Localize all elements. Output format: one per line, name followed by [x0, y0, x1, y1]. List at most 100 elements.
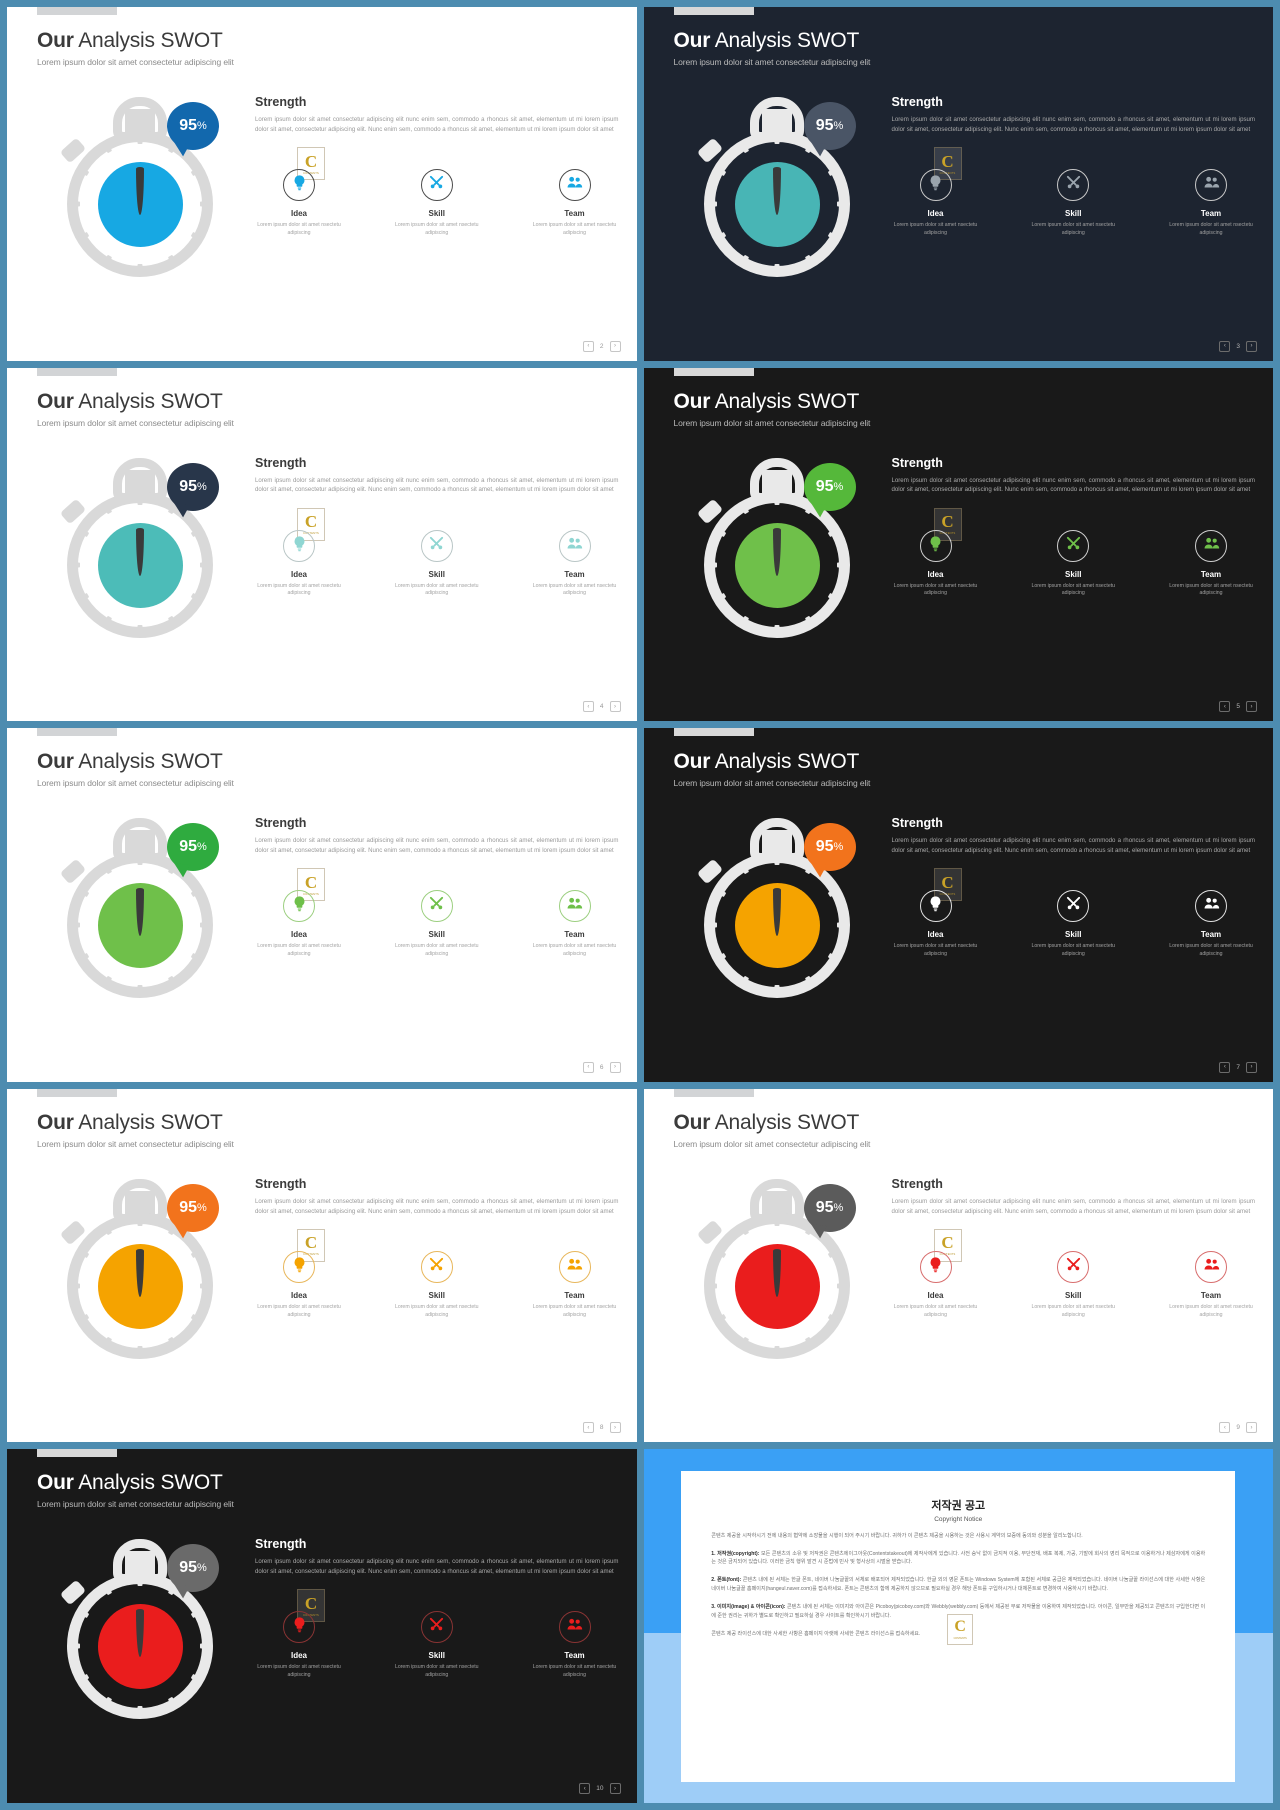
feature-team[interactable]: Team Lorem ipsum dolor sit amet nsectetu … [531, 529, 619, 599]
pager-next-button[interactable]: › [609, 340, 621, 352]
tools-icon-circle[interactable] [1057, 529, 1090, 562]
pager-next-button[interactable]: › [609, 1783, 621, 1794]
pager-prev-button[interactable]: ‹ [1219, 701, 1231, 713]
feature-skill[interactable]: Skill Lorem ipsum dolor sit amet nsectetu… [393, 529, 481, 599]
slide-pager[interactable]: ‹ 3 › [1219, 340, 1257, 352]
feature-skill[interactable]: Skill Lorem ipsum dolor sit amet nsectetu… [1029, 529, 1117, 599]
feature-row: Idea Lorem ipsum dolor sit amet nsectetu … [892, 890, 1256, 959]
pager-prev-button[interactable]: ‹ [582, 340, 594, 352]
slide-7[interactable]: Our Analysis SWOT Lorem ipsum dolor sit a… [643, 728, 1273, 1082]
pager-prev-button[interactable]: ‹ [582, 1061, 594, 1073]
feature-team[interactable]: Team Lorem ipsum dolor sit amet nsectetu … [531, 890, 619, 959]
people-icon-circle[interactable] [558, 169, 591, 201]
feature-team[interactable]: Team Lorem ipsum dolor sit amet nsectetu … [531, 169, 619, 238]
feature-skill[interactable]: Skill Lorem ipsum dolor sit amet nsectetu… [393, 169, 481, 238]
people-icon-circle[interactable] [1195, 1250, 1227, 1283]
lightbulb-icon-circle[interactable] [283, 529, 315, 562]
slide-10[interactable]: Our Analysis SWOT Lorem ipsum dolor sit a… [7, 1449, 637, 1803]
slide-9[interactable]: Our Analysis SWOT Lorem ipsum dolor sit a… [643, 1088, 1273, 1443]
feature-team[interactable]: Team Lorem ipsum dolor sit amet nsectetu … [1167, 529, 1255, 599]
slide-pager[interactable]: ‹ 2 › [582, 340, 621, 352]
feature-idea[interactable]: Idea Lorem ipsum dolor sit amet nsectetu … [255, 169, 343, 238]
feature-skill[interactable]: Skill Lorem ipsum dolor sit amet nsectetu… [393, 890, 481, 959]
tools-icon-circle[interactable] [420, 1611, 453, 1644]
people-icon-circle[interactable] [1195, 890, 1227, 923]
feature-idea[interactable]: Idea Lorem ipsum dolor sit amet nsectetu … [255, 1611, 343, 1680]
tools-icon-circle[interactable] [1057, 169, 1090, 201]
pager-next-button[interactable]: › [1246, 1061, 1257, 1073]
slide-4[interactable]: Our Analysis SWOT Lorem ipsum dolor sit a… [7, 367, 637, 722]
feature-idea[interactable]: Idea Lorem ipsum dolor sit amet nsectetu … [255, 529, 343, 599]
people-icon-circle[interactable] [1195, 529, 1227, 562]
lightbulb-icon-circle[interactable] [283, 169, 315, 201]
pager-prev-button[interactable]: ‹ [582, 1422, 594, 1434]
slide-pager[interactable]: ‹ 8 › [582, 1422, 621, 1434]
feature-idea[interactable]: Idea Lorem ipsum dolor sit amet nsectetu … [892, 169, 980, 238]
feature-idea[interactable]: Idea Lorem ipsum dolor sit amet nsectetu … [255, 890, 343, 959]
tools-icon-circle[interactable] [420, 890, 453, 923]
pager-prev-button[interactable]: ‹ [579, 1783, 591, 1794]
pager-prev-button[interactable]: ‹ [1219, 340, 1231, 352]
lightbulb-icon-circle[interactable] [919, 529, 952, 562]
feature-idea[interactable]: Idea Lorem ipsum dolor sit amet nsectetu … [892, 890, 980, 959]
tools-icon-circle[interactable] [420, 1250, 453, 1283]
feature-team[interactable]: Team Lorem ipsum dolor sit amet nsectetu … [531, 1250, 619, 1320]
lightbulb-icon-circle[interactable] [919, 890, 952, 923]
people-icon-circle[interactable] [558, 1611, 591, 1644]
feature-idea[interactable]: Idea Lorem ipsum dolor sit amet nsectetu … [255, 1250, 343, 1320]
tools-icon-circle[interactable] [420, 169, 453, 201]
tools-icon-circle[interactable] [420, 529, 453, 562]
slide-pager[interactable]: ‹ 9 › [1219, 1422, 1257, 1434]
lightbulb-icon-circle[interactable] [919, 1250, 952, 1283]
slide-2[interactable]: Our Analysis SWOT Lorem ipsum dolor sit a… [7, 7, 637, 361]
feature-idea[interactable]: Idea Lorem ipsum dolor sit amet nsectetu … [892, 529, 980, 599]
copyright-slide[interactable]: 저작권 공고 Copyright Notice 콘텐츠 제공을 시작하시기 전에 내… [643, 1449, 1273, 1803]
slide-3[interactable]: Our Analysis SWOT Lorem ipsum dolor sit a… [643, 7, 1273, 361]
pager-next-button[interactable]: › [609, 701, 621, 713]
people-icon-circle[interactable] [558, 1250, 591, 1283]
strength-block: Strength Lorem ipsum dolor sit amet conse… [255, 456, 619, 496]
pager-next-button[interactable]: › [1246, 1422, 1257, 1434]
slide-pager[interactable]: ‹ 6 › [582, 1061, 621, 1073]
percent-badge: 95%.slide[data-name="slide-2"] .bubble::… [167, 102, 219, 150]
pager-next-button[interactable]: › [1246, 340, 1257, 352]
slide-pager[interactable]: ‹ 5 › [1219, 701, 1257, 713]
feature-team[interactable]: Team Lorem ipsum dolor sit amet nsectetu … [1167, 890, 1255, 959]
feature-skill[interactable]: Skill Lorem ipsum dolor sit amet nsectetu… [393, 1250, 481, 1320]
strength-block: Strength Lorem ipsum dolor sit amet conse… [892, 816, 1256, 856]
dial-tick [69, 201, 80, 207]
pager-prev-button[interactable]: ‹ [1219, 1422, 1231, 1434]
feature-skill[interactable]: Skill Lorem ipsum dolor sit amet nsectetu… [393, 1611, 481, 1680]
slide-6[interactable]: Our Analysis SWOT Lorem ipsum dolor sit a… [7, 728, 637, 1082]
pager-next-button[interactable]: › [1246, 701, 1257, 713]
tools-icon-circle[interactable] [1057, 1250, 1090, 1283]
feature-skill[interactable]: Skill Lorem ipsum dolor sit amet nsectetu… [1029, 1250, 1117, 1320]
copyright-watermark: C CONTENTS [947, 1613, 974, 1645]
people-icon-circle[interactable] [558, 890, 591, 923]
slide-pager[interactable]: ‹ 4 › [582, 701, 621, 713]
pager-prev-button[interactable]: ‹ [582, 701, 594, 713]
lightbulb-icon-circle[interactable] [283, 1611, 315, 1644]
feature-row: Idea Lorem ipsum dolor sit amet nsectetu … [255, 890, 619, 959]
slide-5[interactable]: Our Analysis SWOT Lorem ipsum dolor sit a… [643, 367, 1273, 722]
title-bold: Our [673, 1110, 711, 1134]
feature-team[interactable]: Team Lorem ipsum dolor sit amet nsectetu … [531, 1611, 619, 1680]
feature-team[interactable]: Team Lorem ipsum dolor sit amet nsectetu … [1167, 1250, 1255, 1320]
pager-next-button[interactable]: › [609, 1422, 621, 1434]
feature-idea[interactable]: Idea Lorem ipsum dolor sit amet nsectetu … [892, 1250, 980, 1320]
slide-pager[interactable]: ‹ 7 › [1219, 1061, 1257, 1073]
people-icon-circle[interactable] [1195, 169, 1227, 201]
feature-skill[interactable]: Skill Lorem ipsum dolor sit amet nsectetu… [1029, 890, 1117, 959]
tools-icon-circle[interactable] [1057, 890, 1090, 923]
pager-prev-button[interactable]: ‹ [1219, 1061, 1231, 1073]
lightbulb-icon-circle[interactable] [283, 1250, 315, 1283]
slide-pager[interactable]: ‹ 10 › [579, 1783, 621, 1794]
slide-8[interactable]: Our Analysis SWOT Lorem ipsum dolor sit a… [7, 1088, 637, 1443]
lightbulb-icon-circle[interactable] [919, 169, 952, 201]
feature-team[interactable]: Team Lorem ipsum dolor sit amet nsectetu … [1167, 169, 1255, 238]
lightbulb-icon-circle[interactable] [283, 890, 315, 923]
feature-desc: Lorem ipsum dolor sit amet nsectetu adip… [1031, 943, 1116, 957]
pager-next-button[interactable]: › [609, 1061, 621, 1073]
feature-skill[interactable]: Skill Lorem ipsum dolor sit amet nsectetu… [1029, 169, 1117, 238]
people-icon-circle[interactable] [558, 529, 591, 562]
